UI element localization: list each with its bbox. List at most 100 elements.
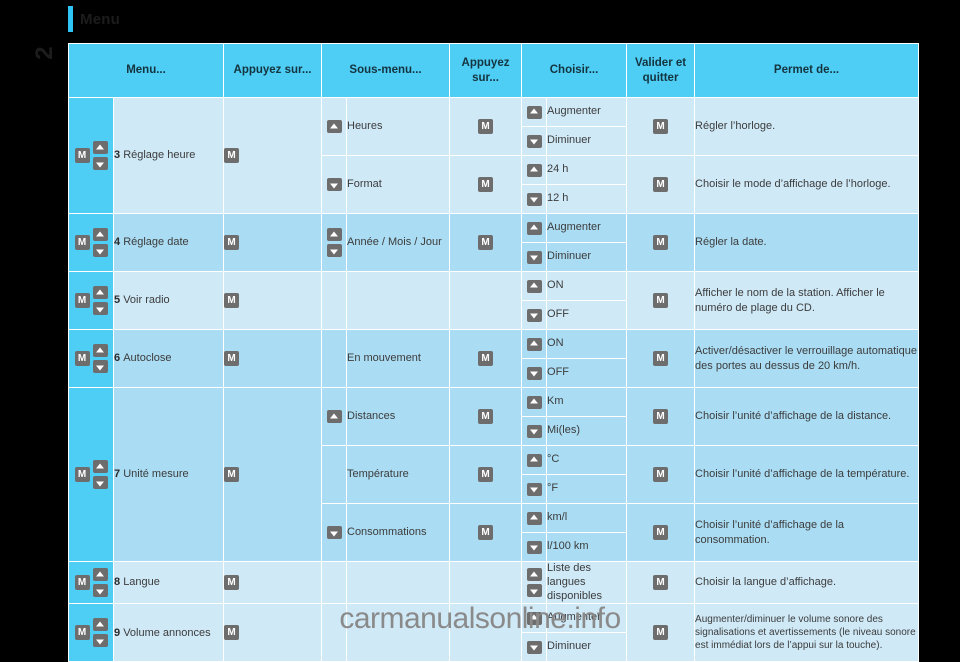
arrow-up-icon[interactable]: [526, 337, 542, 351]
menu-nav-cell[interactable]: M: [68, 329, 114, 388]
choice-label-cell[interactable]: 12 h: [546, 184, 628, 214]
press-button-cell[interactable]: M: [223, 387, 322, 562]
choice-arrow-cell[interactable]: [521, 329, 548, 359]
submenu-arrow-cell[interactable]: [321, 155, 347, 214]
choice-label-cell[interactable]: Diminuer: [546, 632, 628, 662]
choice-arrow-cell[interactable]: [521, 242, 548, 272]
menu-nav-cell[interactable]: M: [68, 387, 114, 562]
menu-m-button[interactable]: M: [653, 119, 669, 134]
menu-name-cell[interactable]: 4 Réglage date: [113, 213, 224, 272]
choice-arrow-cell[interactable]: [521, 560, 548, 605]
menu-m-button[interactable]: M: [224, 235, 239, 250]
menu-m-button[interactable]: M: [478, 409, 494, 424]
validate-cell[interactable]: M: [626, 213, 696, 272]
menu-nav-cell[interactable]: M: [68, 213, 114, 272]
submenu-label-cell[interactable]: Distances: [345, 387, 451, 446]
press-button-cell[interactable]: M: [223, 213, 322, 272]
choice-arrow-cell[interactable]: [521, 126, 548, 156]
arrow-up-icon[interactable]: [92, 141, 108, 154]
arrow-down-icon[interactable]: [526, 250, 542, 264]
arrow-up-icon[interactable]: [326, 228, 342, 241]
validate-cell[interactable]: M: [626, 560, 696, 605]
menu-name-cell[interactable]: 6 Autoclose: [113, 329, 224, 388]
arrow-up-icon[interactable]: [526, 568, 542, 582]
submenu-label-cell[interactable]: Année / Mois / Jour: [345, 213, 451, 272]
arrow-stack[interactable]: [92, 568, 108, 598]
submenu-label-cell[interactable]: [345, 560, 451, 605]
submenu-arrow-cell[interactable]: [321, 213, 347, 272]
arrow-down-icon[interactable]: [326, 244, 342, 257]
arrow-stack[interactable]: [322, 228, 346, 257]
menu-m-button[interactable]: M: [653, 177, 669, 192]
validate-cell[interactable]: M: [626, 503, 696, 562]
choice-label-cell[interactable]: °C: [546, 445, 628, 475]
menu-m-button[interactable]: M: [478, 235, 494, 250]
choice-arrow-cell[interactable]: [521, 474, 548, 504]
arrow-down-icon[interactable]: [526, 540, 542, 554]
arrow-up-icon[interactable]: [326, 410, 342, 423]
arrow-up-icon[interactable]: [526, 279, 542, 293]
menu-m-button[interactable]: M: [224, 575, 239, 591]
choice-arrow-cell[interactable]: [521, 632, 548, 662]
choice-label-cell[interactable]: km/l: [546, 503, 628, 533]
choice-arrow-cell[interactable]: [521, 416, 548, 446]
arrow-up-icon[interactable]: [526, 105, 542, 119]
arrow-down-icon[interactable]: [326, 178, 342, 191]
submenu-arrow-cell[interactable]: [321, 97, 347, 156]
menu-nav-cluster[interactable]: M: [69, 286, 113, 315]
arrow-down-icon[interactable]: [92, 634, 108, 648]
arrow-up-icon[interactable]: [526, 395, 542, 409]
menu-m-button[interactable]: M: [74, 235, 90, 250]
choice-label-cell[interactable]: l/100 km: [546, 532, 628, 562]
submenu-press-cell[interactable]: M: [449, 387, 523, 446]
choice-label-cell[interactable]: Km: [546, 387, 628, 417]
submenu-label-cell[interactable]: En mouvement: [345, 329, 451, 388]
menu-m-button[interactable]: M: [224, 148, 239, 163]
arrow-up-icon[interactable]: [526, 453, 542, 467]
arrow-stack[interactable]: [92, 228, 108, 257]
submenu-label-cell[interactable]: Format: [345, 155, 451, 214]
arrow-down-icon[interactable]: [526, 482, 542, 496]
menu-m-button[interactable]: M: [74, 293, 90, 308]
validate-cell[interactable]: M: [626, 387, 696, 446]
choice-label-cell[interactable]: ON: [546, 271, 628, 301]
submenu-label-cell[interactable]: Heures: [345, 97, 451, 156]
choice-arrow-cell[interactable]: [521, 97, 548, 127]
arrow-down-icon[interactable]: [92, 157, 108, 170]
arrow-up-icon[interactable]: [92, 286, 108, 299]
menu-name-cell[interactable]: 5 Voir radio: [113, 271, 224, 330]
menu-m-button[interactable]: M: [224, 467, 239, 482]
submenu-label-cell[interactable]: Consommations: [345, 503, 451, 562]
submenu-press-cell[interactable]: [449, 271, 523, 330]
choice-arrow-cell[interactable]: [521, 213, 548, 243]
arrow-up-icon[interactable]: [526, 511, 542, 525]
arrow-down-icon[interactable]: [326, 526, 342, 539]
menu-name-cell[interactable]: 8 Langue: [113, 560, 224, 605]
choice-label-cell[interactable]: ON: [546, 329, 628, 359]
choice-label-cell[interactable]: Augmenter: [546, 97, 628, 127]
arrow-up-icon[interactable]: [92, 228, 108, 241]
choice-arrow-cell[interactable]: [521, 271, 548, 301]
arrow-up-icon[interactable]: [92, 344, 108, 357]
arrow-stack[interactable]: [92, 286, 108, 315]
menu-nav-cluster[interactable]: M: [69, 460, 113, 489]
submenu-press-cell[interactable]: M: [449, 97, 523, 156]
validate-cell[interactable]: M: [626, 445, 696, 504]
menu-m-button[interactable]: M: [478, 177, 494, 192]
arrow-up-icon[interactable]: [92, 460, 108, 473]
choice-arrow-cell[interactable]: [521, 358, 548, 388]
choice-arrow-cell[interactable]: [521, 532, 548, 562]
menu-nav-cluster[interactable]: M: [69, 228, 113, 257]
arrow-stack[interactable]: [92, 141, 108, 170]
menu-m-button[interactable]: M: [653, 409, 669, 424]
submenu-arrow-cell[interactable]: [321, 387, 347, 446]
menu-name-cell[interactable]: 3 Réglage heure: [113, 97, 224, 214]
arrow-down-icon[interactable]: [92, 302, 108, 315]
menu-m-button[interactable]: M: [74, 575, 90, 591]
choice-arrow-cell[interactable]: [521, 300, 548, 330]
submenu-press-cell[interactable]: [449, 560, 523, 605]
menu-m-button[interactable]: M: [653, 525, 669, 540]
arrow-stack[interactable]: [92, 344, 108, 373]
menu-m-button[interactable]: M: [653, 351, 669, 366]
submenu-press-cell[interactable]: M: [449, 503, 523, 562]
